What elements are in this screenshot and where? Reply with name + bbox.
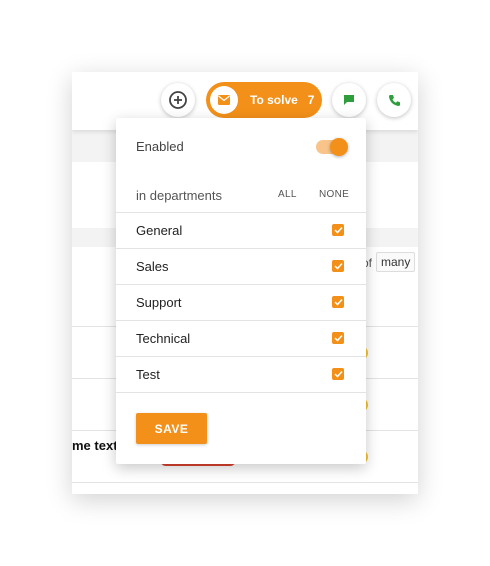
department-item-test[interactable]: Test bbox=[116, 356, 366, 393]
department-checkbox[interactable] bbox=[332, 296, 344, 308]
department-list: General Sales Support Technical Test bbox=[116, 212, 366, 393]
department-name: General bbox=[136, 223, 183, 238]
department-item-sales[interactable]: Sales bbox=[116, 248, 366, 284]
add-button[interactable] bbox=[161, 83, 195, 117]
chat-button[interactable] bbox=[332, 83, 366, 117]
enabled-toggle[interactable] bbox=[316, 138, 348, 156]
checkmark-icon bbox=[333, 370, 343, 378]
to-solve-button[interactable]: To solve 7 bbox=[206, 82, 322, 118]
envelope-icon bbox=[218, 95, 230, 105]
departments-label: in departments bbox=[136, 188, 222, 203]
table-row-divider bbox=[72, 482, 418, 483]
pager-many-select[interactable]: many bbox=[376, 252, 416, 272]
department-checkbox[interactable] bbox=[332, 332, 344, 344]
department-item-support[interactable]: Support bbox=[116, 284, 366, 320]
department-name: Test bbox=[136, 367, 160, 382]
checkmark-icon bbox=[333, 298, 343, 306]
enabled-label: Enabled bbox=[136, 139, 184, 154]
checkmark-icon bbox=[333, 334, 343, 342]
checkmark-icon bbox=[333, 226, 343, 234]
checkmark-icon bbox=[333, 262, 343, 270]
envelope-icon-wrap bbox=[210, 86, 238, 114]
add-circle-icon bbox=[169, 91, 187, 109]
department-item-general[interactable]: General bbox=[116, 212, 366, 248]
department-item-technical[interactable]: Technical bbox=[116, 320, 366, 356]
department-checkbox[interactable] bbox=[332, 224, 344, 236]
select-none-link[interactable]: NONE bbox=[319, 189, 349, 200]
save-button[interactable]: SAVE bbox=[136, 413, 207, 444]
toggle-knob bbox=[330, 138, 348, 156]
phone-icon bbox=[388, 94, 400, 106]
phone-button[interactable] bbox=[377, 83, 411, 117]
to-solve-label: To solve bbox=[250, 93, 298, 107]
department-name: Sales bbox=[136, 259, 169, 274]
table-row-name: me text bbox=[72, 438, 118, 453]
department-name: Support bbox=[136, 295, 182, 310]
select-all-link[interactable]: ALL bbox=[278, 189, 297, 200]
filter-popup: Enabled in departments ALL NONE General … bbox=[116, 118, 366, 464]
department-checkbox[interactable] bbox=[332, 260, 344, 272]
chat-icon bbox=[344, 95, 354, 105]
department-name: Technical bbox=[136, 331, 191, 346]
to-solve-count: 7 bbox=[307, 93, 315, 107]
department-checkbox[interactable] bbox=[332, 368, 344, 380]
